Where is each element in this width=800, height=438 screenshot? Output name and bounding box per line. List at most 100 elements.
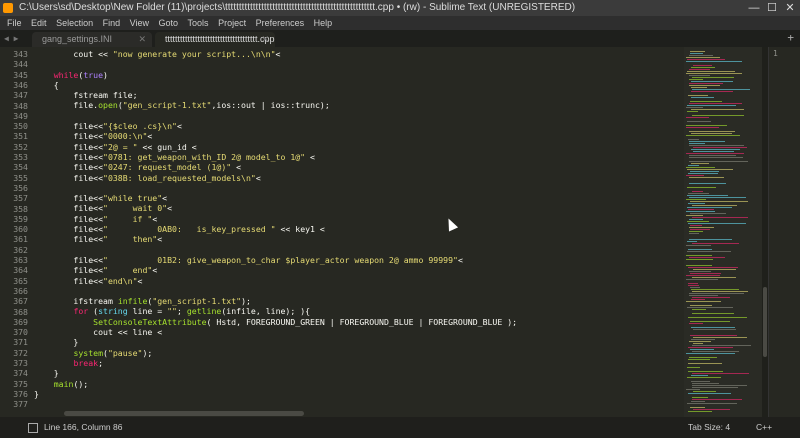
minimap-line	[686, 211, 715, 212]
minimap-line	[689, 157, 743, 158]
line-number: 373	[13, 358, 28, 368]
code-line[interactable]: file.open("gen_script-1.txt",ios::out | …	[34, 100, 684, 110]
new-tab-icon[interactable]: +	[787, 31, 794, 44]
code-line[interactable]: break;	[34, 358, 684, 368]
code-line[interactable]: fstream file;	[34, 90, 684, 100]
minimap-line	[689, 239, 732, 240]
code-line[interactable]: file<<"while true"<	[34, 193, 684, 203]
minimap-line	[686, 199, 706, 200]
minimap-line	[686, 279, 718, 280]
minimap-line	[686, 215, 703, 216]
code-line[interactable]: file<<"2@ = " << gun_id <	[34, 142, 684, 152]
code-line[interactable]: {	[34, 80, 684, 90]
line-number: 369	[13, 316, 28, 327]
horizontal-scrollbar[interactable]	[34, 410, 684, 417]
line-number: 365	[13, 275, 28, 286]
minimap-line	[691, 327, 735, 328]
minimap-line	[690, 201, 748, 202]
menu-find[interactable]: Find	[103, 18, 121, 28]
minimap-line	[693, 391, 716, 392]
code-line[interactable]: file<<" then"<	[34, 234, 684, 244]
menu-goto[interactable]: Goto	[159, 18, 179, 28]
code-line[interactable]	[34, 111, 684, 121]
code-line[interactable]: SetConsoleTextAttribute( Hstd, FOREGROUN…	[34, 317, 684, 327]
code-line[interactable]	[34, 399, 684, 409]
minimap-line	[689, 233, 699, 234]
tab-size-indicator[interactable]: Tab Size: 4	[688, 422, 730, 432]
code-line[interactable]: file<<"0781: get_weapon_with_ID 2@ model…	[34, 152, 684, 162]
minimap-line	[688, 267, 738, 268]
minimap-line	[691, 375, 708, 376]
close-button[interactable]: ✕	[784, 0, 796, 16]
menu-file[interactable]: File	[7, 18, 22, 28]
menu-help[interactable]: Help	[314, 18, 333, 28]
second-editor-pane[interactable]: 1	[768, 47, 800, 417]
minimap-line	[689, 55, 713, 56]
minimap-line	[689, 357, 717, 358]
minimap-line	[689, 143, 705, 144]
code-line[interactable]: file<<" if "<	[34, 214, 684, 224]
menu-preferences[interactable]: Preferences	[256, 18, 305, 28]
code-line[interactable]: file<<" 01B2: give_weapon_to_char $playe…	[34, 255, 684, 265]
minimap-line	[688, 347, 733, 348]
code-line[interactable]: main();	[34, 379, 684, 389]
minimap-line	[688, 411, 712, 412]
menu-edit[interactable]: Edit	[31, 18, 47, 28]
code-editor[interactable]: cout << "now generate your script...\n\n…	[34, 47, 684, 417]
menu-view[interactable]: View	[130, 18, 149, 28]
code-line[interactable]: }	[34, 337, 684, 347]
code-line[interactable]: ifstream infile("gen_script-1.txt");	[34, 296, 684, 306]
code-line[interactable]	[34, 245, 684, 255]
syntax-indicator[interactable]: C++	[756, 422, 772, 432]
minimap-line	[691, 401, 705, 402]
code-line[interactable]: while(true)	[34, 70, 684, 80]
minimap[interactable]	[684, 47, 762, 417]
minimap-line	[688, 165, 699, 166]
scrollbar-thumb[interactable]	[64, 411, 304, 416]
code-line[interactable]: for (string line = ""; getline(infile, l…	[34, 306, 684, 316]
code-line[interactable]: system("pause");	[34, 348, 684, 358]
minimap-line	[686, 301, 721, 302]
menu-project[interactable]: Project	[218, 18, 246, 28]
console-toggle-icon[interactable]	[28, 423, 38, 433]
tab-cpp-file[interactable]: ttttttttttttttttttttttttttttttttttttt.cp…	[155, 32, 275, 47]
tab-nav-arrows-icon[interactable]: ◀ ▶	[4, 34, 18, 43]
code-line[interactable]: file<<" 0AB0: is_key_pressed " << key1 <	[34, 224, 684, 234]
minimap-line	[690, 335, 737, 336]
code-line[interactable]: file<<" wait 0"<	[34, 203, 684, 213]
code-line[interactable]: file<<"end\n"<	[34, 276, 684, 286]
scrollbar-thumb[interactable]	[763, 287, 767, 357]
maximize-button[interactable]: ☐	[766, 0, 778, 16]
minimap-line	[687, 121, 711, 122]
line-number: 354	[13, 162, 28, 173]
code-line[interactable]: }	[34, 389, 684, 399]
code-line[interactable]: cout << "now generate your script...\n\n…	[34, 49, 684, 59]
tab-close-icon[interactable]: ✕	[138, 32, 146, 47]
tab-gang-settings[interactable]: gang_settings.INI ✕	[32, 32, 152, 47]
code-line[interactable]	[34, 183, 684, 193]
minimap-line	[689, 79, 703, 80]
minimap-line	[687, 207, 732, 208]
minimap-line	[689, 293, 744, 294]
code-line[interactable]: file<<"038B: load_requested_models\n"<	[34, 173, 684, 183]
minimap-line	[691, 289, 739, 290]
line-number: 359	[13, 213, 28, 224]
minimap-line	[689, 75, 710, 76]
menu-selection[interactable]: Selection	[56, 18, 93, 28]
minimap-line	[686, 153, 744, 154]
tab-close-icon[interactable]: ✕	[261, 32, 269, 47]
code-line[interactable]: file<<"0000:\n"<	[34, 131, 684, 141]
code-line[interactable]: }	[34, 368, 684, 378]
minimap-line	[692, 191, 703, 192]
code-line[interactable]: file<<" end"<	[34, 265, 684, 275]
code-line[interactable]	[34, 59, 684, 69]
minimap-line	[689, 145, 744, 146]
menu-tools[interactable]: Tools	[188, 18, 209, 28]
code-line[interactable]: cout << line <	[34, 327, 684, 337]
code-line[interactable]	[34, 286, 684, 296]
code-line[interactable]: file<<"0247: request_model (1@)" <	[34, 162, 684, 172]
minimap-line	[687, 367, 700, 368]
minimize-button[interactable]: —	[748, 0, 760, 16]
line-number: 367	[13, 296, 28, 307]
code-line[interactable]: file<<"{$cleo .cs}\n"<	[34, 121, 684, 131]
